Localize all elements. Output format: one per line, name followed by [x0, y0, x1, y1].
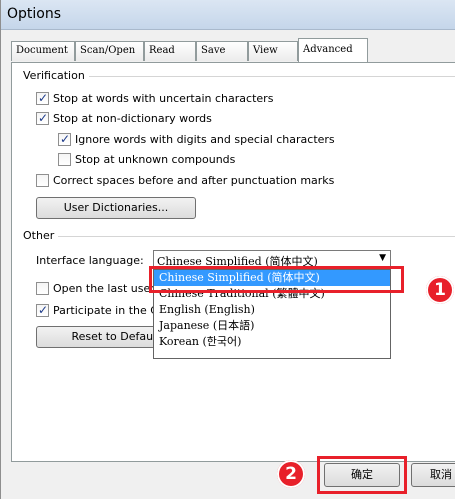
- verification-group-title: Verification: [23, 69, 89, 82]
- ignore-digits-label: Ignore words with digits and special cha…: [75, 132, 335, 146]
- stop-uncertain-option[interactable]: Stop at words with uncertain characters: [36, 90, 273, 106]
- window-title: Options: [7, 6, 62, 22]
- user-dictionaries-button[interactable]: User Dictionaries...: [36, 197, 196, 219]
- stop-non-dictionary-option[interactable]: Stop at non-dictionary words: [36, 110, 212, 126]
- language-option-english[interactable]: English (English): [154, 302, 390, 318]
- stop-unknown-compounds-label: Stop at unknown compounds: [75, 152, 236, 166]
- step-marker-2: 2: [277, 460, 305, 488]
- ignore-digits-option[interactable]: Ignore words with digits and special cha…: [58, 131, 335, 147]
- open-last-used-label: Open the last used: [53, 281, 158, 295]
- open-last-used-option[interactable]: Open the last used: [36, 280, 157, 296]
- ok-button[interactable]: 确定: [324, 463, 400, 487]
- stop-unknown-compounds-checkbox[interactable]: [58, 152, 71, 166]
- stop-non-dictionary-checkbox[interactable]: [36, 111, 49, 125]
- tab-view[interactable]: View: [248, 41, 298, 61]
- title-bar: Options: [1, 0, 455, 30]
- correct-spaces-label: Correct spaces before and after punctuat…: [53, 173, 335, 187]
- options-dialog: Options Document Scan/Open Read Save Vie…: [0, 0, 455, 499]
- tab-advanced[interactable]: Advanced: [298, 38, 368, 62]
- correct-spaces-option[interactable]: Correct spaces before and after punctuat…: [36, 172, 334, 188]
- participate-checkbox[interactable]: [36, 303, 49, 317]
- other-divider: [56, 236, 455, 237]
- stop-non-dictionary-label: Stop at non-dictionary words: [53, 111, 212, 125]
- interface-language-select[interactable]: Chinese Simplified (简体中文) ▼: [153, 250, 391, 269]
- tab-document[interactable]: Document: [11, 41, 75, 61]
- chevron-down-icon[interactable]: ▼: [379, 253, 386, 263]
- cancel-button[interactable]: 取消: [411, 463, 455, 487]
- participate-label: Participate in the Cu: [53, 303, 165, 317]
- ignore-digits-checkbox[interactable]: [58, 132, 71, 146]
- tab-read[interactable]: Read: [144, 41, 196, 61]
- language-option-japanese[interactable]: Japanese (日本語): [154, 318, 390, 334]
- interface-language-label: Interface language:: [36, 254, 144, 267]
- stop-unknown-compounds-option[interactable]: Stop at unknown compounds: [58, 151, 235, 167]
- language-option-chinese-simplified[interactable]: Chinese Simplified (简体中文): [154, 270, 390, 286]
- language-option-korean[interactable]: Korean (한국어): [154, 334, 390, 350]
- open-last-used-checkbox[interactable]: [36, 281, 49, 295]
- other-group-title: Other: [23, 229, 59, 242]
- interface-language-value: Chinese Simplified (简体中文): [157, 255, 318, 268]
- step-marker-1: 1: [426, 276, 454, 304]
- tab-save[interactable]: Save: [196, 41, 248, 61]
- participate-option[interactable]: Participate in the Cu: [36, 302, 165, 318]
- language-option-chinese-traditional[interactable]: Chinese Traditional (繁體中文): [154, 286, 390, 302]
- stop-uncertain-checkbox[interactable]: [36, 91, 49, 105]
- verification-divider: [89, 76, 455, 77]
- correct-spaces-checkbox[interactable]: [36, 173, 49, 187]
- tab-scan-open[interactable]: Scan/Open: [75, 41, 144, 61]
- stop-uncertain-label: Stop at words with uncertain characters: [53, 91, 274, 105]
- language-dropdown-list: Chinese Simplified (简体中文) Chinese Tradit…: [153, 269, 391, 359]
